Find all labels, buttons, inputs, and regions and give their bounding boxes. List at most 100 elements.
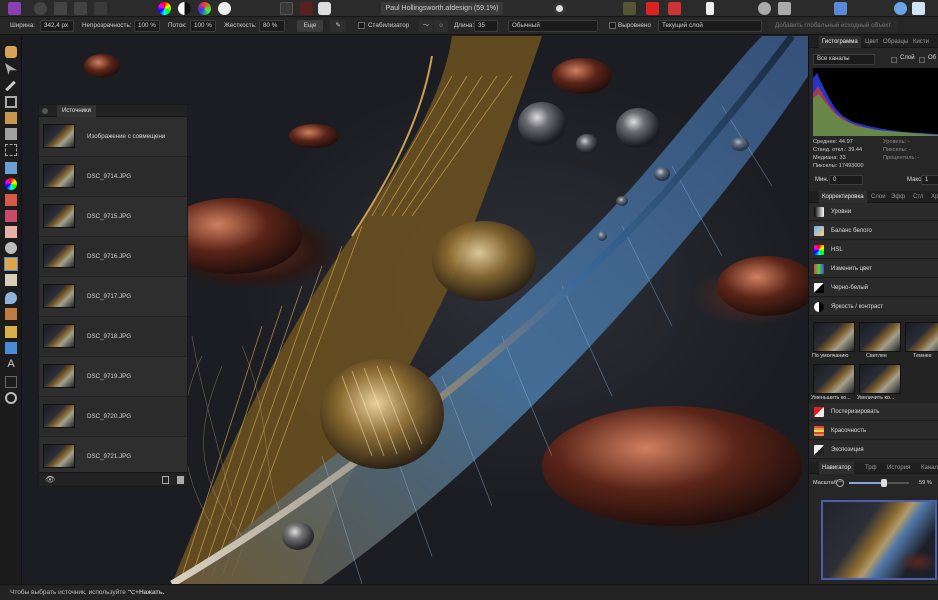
- source-item[interactable]: DSC_9716.JPG: [39, 237, 187, 277]
- zoom-tool-icon[interactable]: [5, 392, 17, 404]
- rope-mode-icon[interactable]: 〜: [419, 20, 433, 32]
- channel-select[interactable]: Все каналы: [813, 54, 875, 65]
- preset-less-contrast[interactable]: [813, 364, 855, 394]
- source-select[interactable]: Текущий слой: [658, 20, 762, 32]
- layer-checkbox[interactable]: [891, 57, 897, 63]
- delete-source-icon[interactable]: [177, 476, 184, 484]
- tab-adjustments[interactable]: Корректировка: [819, 191, 867, 203]
- zoom-value[interactable]: 59 %: [919, 480, 932, 486]
- zoom-out-icon[interactable]: −: [836, 479, 844, 487]
- flood-select-icon[interactable]: [5, 128, 17, 140]
- contrast-icon[interactable]: [178, 2, 191, 15]
- new-source-icon[interactable]: [162, 476, 169, 484]
- tab-brushes[interactable]: Кисти: [913, 36, 929, 48]
- length-input[interactable]: 35: [474, 20, 498, 32]
- settings-icon[interactable]: [758, 2, 771, 15]
- erase-brush-icon[interactable]: [5, 226, 17, 238]
- source-item[interactable]: DSC_9721.JPG: [39, 437, 187, 477]
- share-icon[interactable]: [912, 2, 925, 15]
- aligned-checkbox[interactable]: [609, 22, 616, 29]
- blend-mode-select[interactable]: Обычный: [508, 20, 598, 32]
- window-mode-icon[interactable]: ○: [434, 20, 448, 32]
- source-item[interactable]: DSC_9715.JPG: [39, 197, 187, 237]
- more-button[interactable]: Еще: [297, 20, 323, 32]
- tab-channels[interactable]: Канал: [921, 462, 938, 474]
- healing-brush-icon[interactable]: [5, 274, 17, 286]
- move-tool-icon[interactable]: [5, 63, 17, 75]
- add-global-source-button[interactable]: Добавить глобальный исходный объект: [768, 20, 898, 32]
- color-wheel-icon[interactable]: [158, 2, 171, 15]
- pixel-tool-icon[interactable]: [5, 210, 17, 222]
- navigator-preview[interactable]: [821, 500, 937, 580]
- tab-sources[interactable]: Источники: [57, 105, 96, 117]
- tone-mapping-persona-icon[interactable]: [74, 2, 87, 15]
- mesh-warp-icon[interactable]: [5, 376, 17, 388]
- clone-brush-icon[interactable]: [4, 257, 18, 271]
- shape-tool-icon[interactable]: [5, 342, 17, 354]
- color-picker-icon[interactable]: [5, 80, 16, 92]
- dodge-burn-icon[interactable]: [5, 242, 17, 254]
- text-tool-icon[interactable]: A: [5, 358, 17, 370]
- zoom-slider[interactable]: [849, 479, 909, 487]
- tab-histogram[interactable]: Гистограмма: [819, 36, 861, 48]
- document-title[interactable]: Paul Hollingsworth.afdesign (59.1%): [381, 2, 503, 15]
- grid-icon[interactable]: [623, 2, 636, 15]
- tab-transform[interactable]: Трф: [865, 462, 877, 474]
- pen-tool-icon[interactable]: [5, 326, 17, 338]
- snapping-icon[interactable]: [553, 2, 566, 15]
- tab-layers[interactable]: Слои: [871, 191, 886, 203]
- flashlight-icon[interactable]: [706, 2, 714, 15]
- flood-fill-icon[interactable]: [5, 162, 17, 174]
- ob-checkbox[interactable]: [919, 57, 925, 63]
- source-item[interactable]: DSC_9719.JPG: [39, 357, 187, 397]
- selection-mode-icon[interactable]: [300, 2, 313, 15]
- paint-brush-icon[interactable]: [5, 194, 17, 206]
- min-input[interactable]: 0: [829, 175, 863, 185]
- preset-default[interactable]: [813, 322, 855, 352]
- tab-navigator[interactable]: Навигатор: [819, 462, 854, 474]
- source-item[interactable]: DSC_9717.JPG: [39, 277, 187, 317]
- image-canvas[interactable]: Источники Изображение с совмещени DSC_971…: [22, 36, 808, 584]
- export-persona-icon[interactable]: [94, 2, 107, 15]
- opacity-input[interactable]: 100 %: [134, 20, 160, 32]
- adjustment-vibrance[interactable]: Красочность: [809, 422, 938, 440]
- color-swatch-icon[interactable]: [646, 2, 659, 15]
- width-input[interactable]: 342,4 px: [40, 20, 74, 32]
- zoom-slider-handle[interactable]: [881, 479, 888, 487]
- brush-icon[interactable]: ✎: [330, 20, 346, 32]
- chat-icon[interactable]: [894, 2, 907, 15]
- mask-mode-icon[interactable]: [318, 2, 331, 15]
- arrange-icon[interactable]: [778, 2, 791, 15]
- quick-mask-icon[interactable]: [280, 2, 293, 15]
- adjustment-white-balance[interactable]: Баланс белого: [809, 222, 938, 240]
- source-item[interactable]: DSC_9714.JPG: [39, 157, 187, 197]
- eye-icon[interactable]: 👁: [45, 475, 55, 484]
- adjustment-replace-color[interactable]: Изменить цвет: [809, 260, 938, 278]
- preset-more-contrast[interactable]: [859, 364, 901, 394]
- max-input[interactable]: 1: [921, 175, 938, 185]
- stabilizer-checkbox[interactable]: [358, 22, 365, 29]
- flow-input[interactable]: 100 %: [190, 20, 216, 32]
- hand-tool-icon[interactable]: [5, 46, 17, 58]
- align-icon[interactable]: [834, 2, 847, 15]
- source-item-composite[interactable]: Изображение с совмещени: [39, 117, 187, 157]
- adjustment-hsl[interactable]: HSL: [809, 241, 938, 259]
- crop-tool-icon[interactable]: [5, 96, 17, 108]
- adjustment-exposure[interactable]: Экспозиция: [809, 441, 938, 459]
- hardness-input[interactable]: 80 %: [259, 20, 285, 32]
- tab-styles[interactable]: Стл: [913, 191, 923, 203]
- selection-brush-icon[interactable]: [5, 112, 17, 124]
- adjustment-levels[interactable]: Уровни: [809, 203, 938, 221]
- preset-darker[interactable]: [905, 322, 938, 352]
- affinity-photo-persona-icon[interactable]: [8, 2, 21, 15]
- close-panel-icon[interactable]: [42, 108, 48, 114]
- develop-persona-icon[interactable]: [54, 2, 67, 15]
- smudge-brush-icon[interactable]: [5, 308, 17, 320]
- adjustment-brightness-contrast[interactable]: Яркость / контраст: [809, 298, 938, 316]
- tab-history-nav[interactable]: История: [887, 462, 910, 474]
- tab-effects[interactable]: Эфф: [891, 191, 905, 203]
- white-balance-icon[interactable]: [218, 2, 231, 15]
- tab-history[interactable]: Хр: [931, 191, 938, 203]
- tab-swatches[interactable]: Образцы: [883, 36, 908, 48]
- tab-color[interactable]: Цвет: [865, 36, 878, 48]
